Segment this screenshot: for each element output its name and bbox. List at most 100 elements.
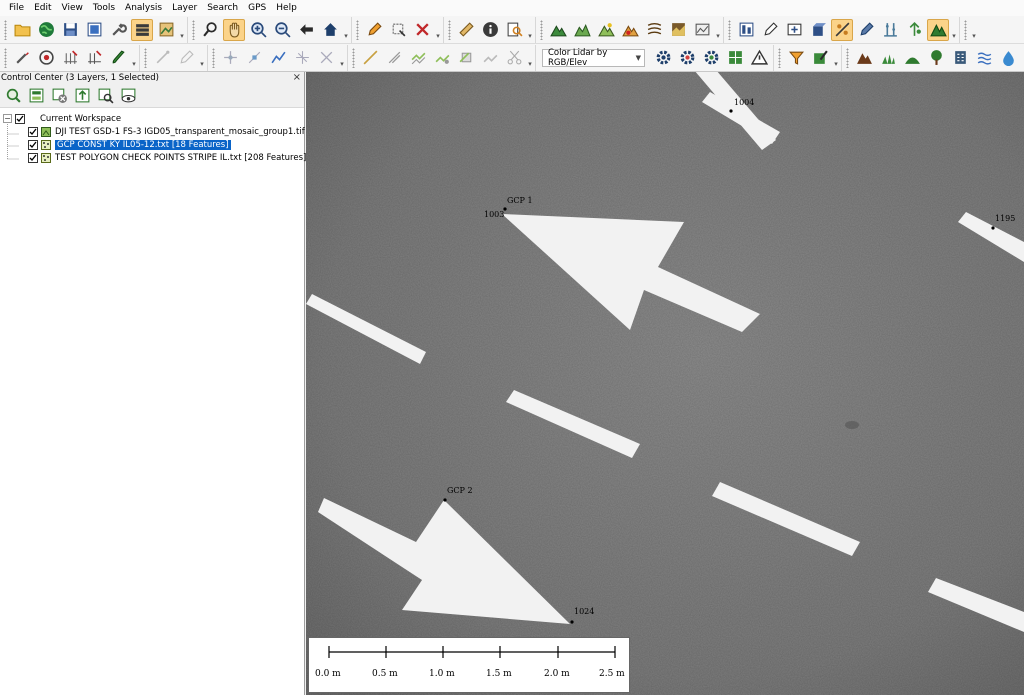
pan-hand-icon[interactable] bbox=[223, 18, 245, 41]
lidar-ground-icon[interactable] bbox=[879, 19, 901, 41]
mountain-icon[interactable] bbox=[853, 47, 875, 69]
reshape-icon[interactable] bbox=[267, 47, 289, 69]
menu-analysis[interactable]: Analysis bbox=[120, 0, 167, 16]
export-image-icon[interactable] bbox=[83, 19, 105, 41]
building-icon[interactable] bbox=[949, 47, 971, 69]
image-swipe-icon[interactable] bbox=[11, 47, 33, 69]
toolbar-grip[interactable] bbox=[540, 19, 543, 40]
search-layer-icon[interactable] bbox=[95, 85, 116, 106]
cut-fill-volume-icon[interactable] bbox=[619, 19, 641, 41]
combine-features-icon[interactable] bbox=[407, 47, 429, 69]
online-data-globe-icon[interactable] bbox=[35, 19, 57, 41]
menu-tools[interactable]: Tools bbox=[88, 0, 120, 16]
contour-generation-icon[interactable] bbox=[643, 19, 665, 41]
menu-edit[interactable]: Edit bbox=[29, 0, 56, 16]
overview-map-icon[interactable] bbox=[155, 19, 177, 41]
tree-row-layer[interactable]: TEST POLYGON CHECK POINTS STRIPE IL.txt … bbox=[0, 151, 306, 164]
configure-wrench-icon[interactable] bbox=[107, 19, 129, 41]
tree-row-layer[interactable]: DJI TEST GSD-1 FS-3 IGD05_transparent_mo… bbox=[0, 125, 305, 138]
path-profile-icon[interactable] bbox=[571, 19, 593, 41]
search-vector-icon[interactable] bbox=[503, 19, 525, 41]
toolbar-grip[interactable] bbox=[448, 19, 451, 40]
toolbar-grip[interactable] bbox=[4, 47, 7, 68]
shaded-relief-icon[interactable] bbox=[667, 19, 689, 41]
measure-ruler-icon[interactable] bbox=[455, 19, 477, 41]
home-extents-icon[interactable] bbox=[319, 19, 341, 41]
rotate-feature-icon[interactable] bbox=[291, 47, 313, 69]
paint-brush-icon[interactable] bbox=[107, 47, 129, 69]
tree-icon[interactable] bbox=[925, 47, 947, 69]
toolbar-grip[interactable] bbox=[144, 47, 147, 68]
map-view[interactable]: 1004 GCP 1 1003 1195 GCP 2 1024 0.0 m 0.… bbox=[306, 72, 1024, 695]
toolbar-grip[interactable] bbox=[212, 47, 215, 68]
grass-icon[interactable] bbox=[877, 47, 899, 69]
tree-row-workspace[interactable]: − Current Workspace bbox=[0, 112, 304, 125]
menu-view[interactable]: View bbox=[57, 0, 88, 16]
rectify-grid-icon[interactable] bbox=[59, 47, 81, 69]
toolbar-grip[interactable] bbox=[846, 47, 849, 68]
lidar-3d-icon[interactable] bbox=[807, 19, 829, 41]
toolbar-grip[interactable] bbox=[356, 19, 359, 40]
lidar-draw-icon[interactable] bbox=[759, 19, 781, 41]
target-icon[interactable] bbox=[35, 47, 57, 69]
lidar-profile-icon[interactable] bbox=[735, 19, 757, 41]
buffer-features-icon[interactable] bbox=[479, 47, 501, 69]
delete-x-icon[interactable] bbox=[411, 19, 433, 41]
layer-up-icon[interactable] bbox=[72, 85, 93, 106]
menu-help[interactable]: Help bbox=[271, 0, 302, 16]
edit-attributes-icon[interactable] bbox=[809, 47, 831, 69]
hill-icon[interactable] bbox=[901, 47, 923, 69]
lidar-classify-icon[interactable] bbox=[831, 18, 853, 41]
tree-row-layer[interactable]: GCP CONST KY IL05-12.txt [18 Features] bbox=[0, 138, 304, 151]
toolbar-grip[interactable] bbox=[352, 47, 355, 68]
move-vertex-icon[interactable] bbox=[219, 47, 241, 69]
menu-layer[interactable]: Layer bbox=[167, 0, 202, 16]
close-icon[interactable]: × bbox=[293, 73, 301, 83]
menu-gps[interactable]: GPS bbox=[243, 0, 271, 16]
filter-funnel-icon[interactable] bbox=[785, 47, 807, 69]
lidar-point-edit-icon[interactable] bbox=[855, 19, 877, 41]
create-polygon-icon[interactable] bbox=[383, 47, 405, 69]
digitizer-pencil-icon[interactable] bbox=[363, 19, 385, 41]
layer-checkbox[interactable] bbox=[28, 139, 38, 150]
close-layer-icon[interactable] bbox=[49, 85, 70, 106]
split-feature-icon[interactable] bbox=[315, 47, 337, 69]
shader-gear-green-icon[interactable] bbox=[700, 47, 722, 69]
open-folder-icon[interactable] bbox=[11, 19, 33, 41]
collapse-minus-icon[interactable]: − bbox=[3, 114, 12, 123]
menu-file[interactable]: File bbox=[4, 0, 29, 16]
workspace-checkbox[interactable] bbox=[15, 113, 25, 124]
crop-raster-icon[interactable] bbox=[83, 47, 105, 69]
back-arrow-icon[interactable] bbox=[295, 19, 317, 41]
toolbar-grip[interactable] bbox=[728, 19, 731, 40]
feature-info-icon[interactable] bbox=[479, 19, 501, 41]
scissors-icon[interactable] bbox=[503, 47, 525, 69]
draw-pen-icon[interactable] bbox=[175, 47, 197, 69]
zoom-in-icon[interactable] bbox=[247, 19, 269, 41]
layer-grid-icon[interactable] bbox=[724, 47, 746, 69]
layer-checkbox[interactable] bbox=[28, 152, 38, 163]
add-vertex-icon[interactable] bbox=[243, 47, 265, 69]
select-features-icon[interactable] bbox=[387, 19, 409, 41]
control-center-layers-icon[interactable] bbox=[131, 18, 153, 41]
view-eye-icon[interactable] bbox=[118, 85, 139, 106]
shader-settings-gear-icon[interactable] bbox=[652, 47, 674, 69]
menu-search[interactable]: Search bbox=[202, 0, 243, 16]
zoom-to-layer-icon[interactable] bbox=[3, 85, 24, 106]
lidar-filter-icon[interactable] bbox=[783, 19, 805, 41]
shader-dropdown[interactable]: Color Lidar by RGB/Elev ▼ bbox=[542, 48, 645, 68]
lidar-tree-icon[interactable] bbox=[903, 19, 925, 41]
toolbar-grip[interactable] bbox=[4, 19, 7, 40]
elevation-query-icon[interactable] bbox=[691, 19, 713, 41]
viewshed-icon[interactable] bbox=[595, 19, 617, 41]
terrain-3d-view-icon[interactable] bbox=[547, 19, 569, 41]
lidar-terrain-icon[interactable] bbox=[927, 18, 949, 41]
save-disk-icon[interactable] bbox=[59, 19, 81, 41]
water-drop-icon[interactable] bbox=[997, 47, 1019, 69]
toolbar-grip[interactable] bbox=[964, 19, 967, 40]
toolbar-grip[interactable] bbox=[778, 47, 781, 68]
water-lines-icon[interactable] bbox=[973, 47, 995, 69]
create-line-icon[interactable] bbox=[359, 47, 381, 69]
layer-checkbox[interactable] bbox=[28, 126, 38, 137]
merge-features-icon[interactable] bbox=[431, 47, 453, 69]
